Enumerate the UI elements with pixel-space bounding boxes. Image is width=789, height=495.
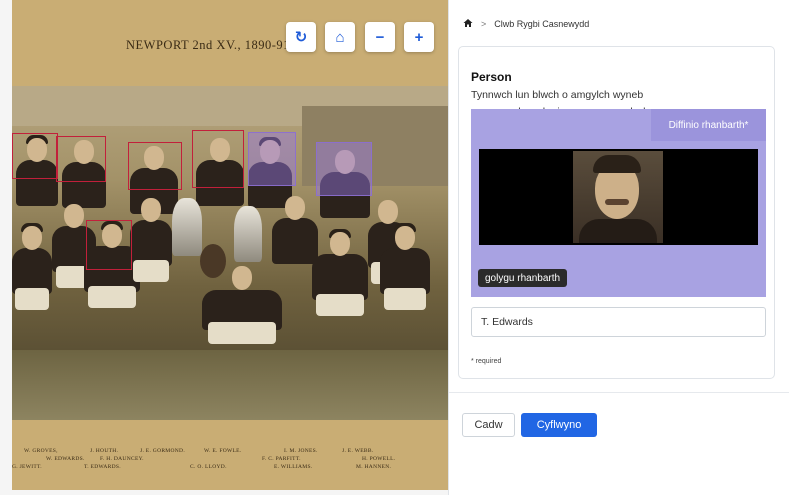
caption-name: F. H. DAUNCEY. [100,456,144,462]
face-region[interactable] [86,220,132,270]
minus-icon: − [375,28,385,46]
caption-name: J. E. WEBB. [342,448,374,454]
face-region[interactable] [56,136,106,182]
photo-card: NEWPORT 2nd XV., 1890-91. W. GROVES, J. … [12,0,448,490]
person-name-input[interactable] [471,307,766,337]
required-note: * required [471,358,502,365]
face-region[interactable] [12,133,58,179]
submit-button[interactable]: Cyflwyno [521,413,597,437]
save-button[interactable]: Cadw [462,413,515,437]
person-panel: Person Tynnwch lun blwch o amgylch wyneb… [458,46,775,379]
home-icon: ⌂ [335,28,345,46]
face-region[interactable] [192,130,244,188]
caption-name: M. HANNEN. [356,464,392,470]
region-preview [479,149,758,245]
panel-divider [448,0,449,495]
panel-title: Person [471,70,512,84]
home-button[interactable]: ⌂ [325,22,355,52]
caption-name: T. EDWARDS. [84,464,121,470]
face-region[interactable] [128,142,182,190]
zoom-in-button[interactable]: + [404,22,434,52]
caption-name: W. E. FOWLE. [204,448,242,454]
caption-name: W. EDWARDS. [46,456,85,462]
caption-name: W. GROVES, [24,448,58,454]
caption-name: E. WILLIAMS. [274,464,313,470]
face-crop-image [573,151,663,243]
breadcrumb-current[interactable]: Clwb Rygbi Casnewydd [494,19,589,29]
face-region-selected[interactable] [248,132,296,186]
footer-divider [449,392,789,393]
photo-title: NEWPORT 2nd XV., 1890-91. [126,38,294,52]
caption-name: J. HOUTH. [90,448,119,454]
region-editor: Diffinio rhanbarth* golygu rhanbarth [471,109,766,297]
define-region-button[interactable]: Diffinio rhanbarth* [651,109,766,141]
face-region-selected[interactable] [316,142,372,196]
breadcrumb: > Clwb Rygbi Casnewydd [463,18,589,30]
zoom-out-button[interactable]: − [365,22,395,52]
home-icon[interactable] [463,18,473,30]
breadcrumb-separator: > [481,19,487,29]
edit-region-button[interactable]: golygu rhanbarth [478,269,568,287]
rotate-icon: ↻ [294,29,308,46]
rotate-button[interactable]: ↻ [286,22,316,52]
caption-name: J. E. GORMOND. [140,448,185,454]
caption-name: C. O. LLOYD. [190,464,227,470]
caption-name: I. M. JONES. [284,448,318,454]
caption-name: G. JEWITT. [12,464,42,470]
plus-icon: + [414,28,424,46]
caption-name: H. POWELL. [362,456,396,462]
image-viewer[interactable]: NEWPORT 2nd XV., 1890-91. W. GROVES, J. … [0,0,448,495]
caption-name: F. C. PARFITT. [262,456,301,462]
